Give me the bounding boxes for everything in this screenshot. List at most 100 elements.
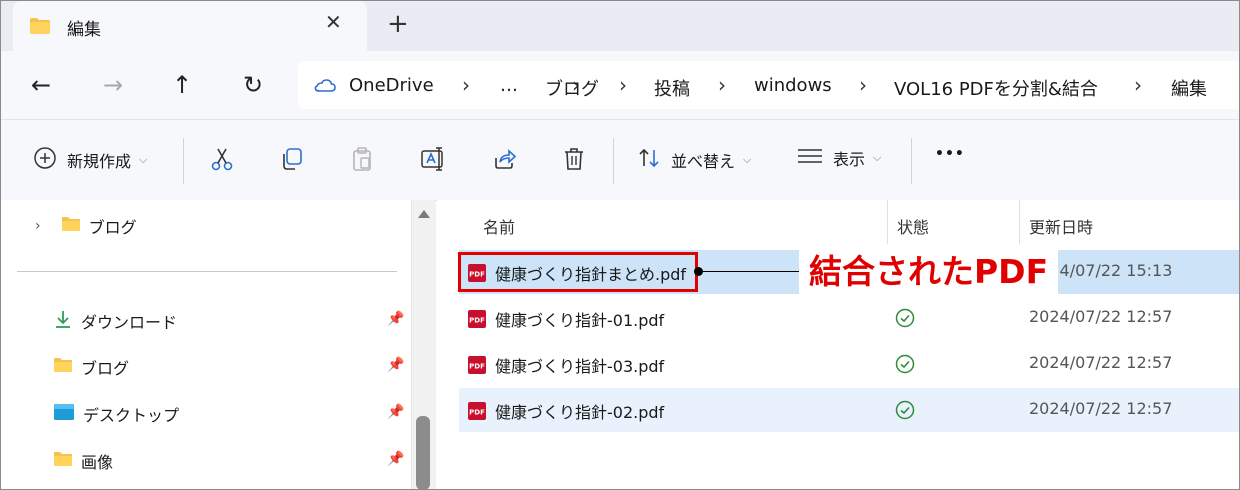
delete-button[interactable] — [561, 146, 587, 176]
column-divider[interactable] — [1019, 200, 1020, 244]
navigation-scrollbar[interactable] — [411, 200, 436, 489]
breadcrumb-separator[interactable]: › — [859, 73, 867, 97]
breadcrumb-separator[interactable]: › — [1134, 73, 1142, 97]
address-bar[interactable]: OneDrive › … › ブログ › 投稿 › windows › VOL1… — [298, 61, 1239, 109]
file-modified-date: 2024/07/22 12:57 — [1029, 307, 1173, 326]
tab-current-folder[interactable]: 編集 ✕ — [13, 1, 367, 51]
chevron-down-icon: ⌵ — [873, 151, 882, 164]
sidebar-divider — [17, 271, 397, 272]
paste-button[interactable] — [349, 146, 375, 176]
pin-icon[interactable]: 📌 — [387, 404, 404, 420]
sidebar-item-blog-top[interactable]: › ブログ — [35, 214, 137, 238]
file-row[interactable]: PDF 健康づくり指針-03.pdf 2024/07/22 12:57 — [459, 342, 1239, 386]
file-row[interactable]: PDF 健康づくり指針-01.pdf 2024/07/22 12:57 — [459, 296, 1239, 340]
rename-icon — [419, 146, 447, 176]
sort-button-label: 並べ替え — [671, 152, 736, 171]
pin-icon[interactable]: 📌 — [387, 311, 404, 327]
sync-ok-icon — [895, 308, 915, 332]
folder-icon — [53, 357, 73, 377]
up-button[interactable]: ↑ — [164, 67, 200, 103]
clipboard-icon — [349, 146, 375, 176]
breadcrumb-windows[interactable]: windows — [754, 75, 832, 96]
breadcrumb-edit[interactable]: 編集 — [1171, 75, 1207, 101]
cut-button[interactable] — [209, 146, 235, 176]
sort-button[interactable]: 並べ替え ⌵ — [637, 146, 751, 174]
column-header-name[interactable]: 名前 — [483, 214, 515, 238]
view-button-label: 表示 — [833, 150, 866, 169]
toolbar-divider — [911, 138, 912, 184]
breadcrumb-blog[interactable]: ブログ — [545, 75, 599, 101]
sync-ok-icon — [895, 400, 915, 424]
file-explorer-window: 編集 ✕ + ← → ↑ ↻ OneDrive › … › ブログ › 投稿 ›… — [0, 0, 1240, 490]
column-header-modified[interactable]: 更新日時 — [1029, 214, 1093, 238]
pdf-file-icon: PDF — [467, 401, 487, 425]
callout-line — [699, 271, 805, 272]
sidebar-item-label: ブログ — [88, 218, 137, 237]
file-modified-date: 2024/07/22 12:57 — [1029, 353, 1173, 372]
forward-button[interactable]: → — [95, 67, 131, 103]
close-tab-icon[interactable]: ✕ — [325, 12, 342, 32]
new-button[interactable]: 新規作成 ⌵ — [33, 146, 147, 174]
back-button[interactable]: ← — [23, 67, 59, 103]
sidebar-item-label: ダウンロード — [81, 313, 178, 332]
sidebar-item-pictures[interactable]: 画像 — [53, 449, 113, 473]
plus-circle-icon — [33, 146, 57, 174]
sync-ok-icon — [895, 354, 915, 378]
sidebar-item-blog[interactable]: ブログ — [53, 355, 129, 379]
sidebar-item-downloads[interactable]: ダウンロード — [53, 309, 177, 333]
breadcrumb-overflow[interactable]: … — [500, 75, 518, 96]
sort-arrows-icon — [637, 146, 661, 174]
column-divider[interactable] — [887, 200, 888, 244]
breadcrumb-separator[interactable]: › — [462, 73, 470, 97]
view-button[interactable]: 表示 ⌵ — [797, 146, 881, 170]
breadcrumb-separator[interactable]: › — [619, 73, 627, 97]
desktop-icon — [53, 403, 75, 425]
file-modified-date: 2024/07/22 12:57 — [1029, 399, 1173, 418]
rename-button[interactable] — [419, 146, 447, 176]
share-button[interactable] — [491, 146, 517, 176]
tab-strip: 編集 ✕ + — [1, 1, 1239, 51]
sidebar-item-desktop[interactable]: デスクトップ — [53, 402, 179, 426]
scroll-thumb[interactable] — [416, 416, 430, 489]
new-tab-button[interactable]: + — [387, 11, 409, 37]
download-icon — [53, 309, 73, 333]
folder-icon — [29, 17, 51, 39]
share-icon — [491, 146, 517, 176]
pdf-file-icon: PDF — [467, 355, 487, 379]
address-row: ← → ↑ ↻ OneDrive › … › ブログ › 投稿 › window… — [1, 51, 1239, 119]
svg-text:PDF: PDF — [469, 363, 485, 371]
breadcrumb-separator[interactable]: › — [718, 73, 726, 97]
list-view-icon — [797, 146, 823, 170]
toolbar-divider — [183, 138, 184, 184]
new-button-label: 新規作成 — [67, 152, 132, 171]
sidebar-item-label: ブログ — [81, 359, 130, 378]
pin-icon[interactable]: 📌 — [387, 357, 404, 373]
refresh-button[interactable]: ↻ — [235, 67, 271, 103]
breadcrumb-onedrive[interactable]: OneDrive — [349, 75, 434, 96]
highlight-box — [458, 252, 698, 292]
onedrive-cloud-icon — [314, 77, 336, 97]
pin-icon[interactable]: 📌 — [387, 451, 404, 467]
navigation-pane: › ブログ ダウンロード 📌 ブログ 📌 デスクトップ 📌 画像 📌 — [1, 200, 411, 489]
svg-text:PDF: PDF — [469, 409, 485, 417]
chevron-down-icon: ⌵ — [139, 153, 148, 166]
sidebar-item-label: デスクトップ — [83, 406, 180, 425]
copy-icon — [279, 146, 305, 176]
scissors-icon — [209, 146, 235, 176]
more-options-button[interactable]: ••• — [935, 146, 965, 162]
folder-icon — [61, 216, 81, 236]
column-header-status[interactable]: 状態 — [897, 214, 929, 238]
callout-dot — [694, 267, 703, 276]
copy-button[interactable] — [279, 146, 305, 176]
svg-text:PDF: PDF — [469, 317, 485, 325]
chevron-down-icon: ⌵ — [743, 153, 752, 166]
folder-icon — [53, 451, 73, 471]
file-name: 健康づくり指針-01.pdf — [495, 311, 665, 330]
scroll-up-arrow[interactable] — [418, 210, 430, 218]
breadcrumb-posts[interactable]: 投稿 — [654, 75, 690, 101]
sidebar-item-label: 画像 — [81, 453, 114, 472]
file-row[interactable]: PDF 健康づくり指針-02.pdf 2024/07/22 12:57 — [459, 388, 1239, 432]
trash-icon — [561, 146, 587, 176]
breadcrumb-vol16[interactable]: VOL16 PDFを分割&結合 — [894, 75, 1098, 101]
command-bar: 新規作成 ⌵ 並べ替え ⌵ 表示 ⌵ ••• — [1, 119, 1239, 201]
